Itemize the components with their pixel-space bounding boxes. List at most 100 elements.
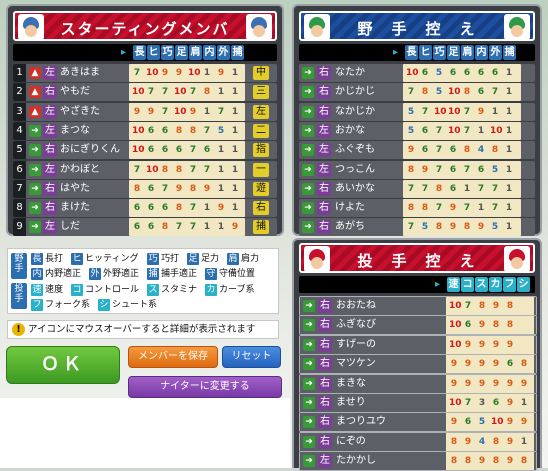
bench-pitcher-row[interactable]: ➜ 右マツケン 9 9 9 9 6 8	[299, 354, 537, 375]
lineup-row[interactable]: 6 ➜ 左かわぼと 7 10 8 8 7 7 1 1 一	[13, 160, 277, 179]
player-name[interactable]: ませり	[336, 396, 366, 410]
player-name[interactable]: あきはま	[60, 66, 100, 80]
pitcher-legend-tag: 投手	[11, 283, 27, 309]
lineup-row[interactable]: 3 ▲ 左やざきた 9 9 7 10 9 1 7 1 左	[13, 102, 277, 121]
stat-value: 9	[492, 359, 500, 370]
player-name[interactable]: おおたね	[336, 299, 376, 313]
stat-value: 7	[421, 106, 429, 117]
stat-value: 8	[407, 203, 415, 214]
player-name[interactable]: つっこん	[335, 163, 375, 177]
st-col-2: 巧	[161, 45, 174, 60]
player-name[interactable]: すげーの	[336, 338, 376, 352]
player-name[interactable]: なたか	[335, 66, 365, 80]
st-col-4: 肩	[189, 45, 202, 60]
position-badge[interactable]: 右	[253, 201, 269, 216]
legend-item: ススタミナ	[147, 284, 197, 297]
position-badge[interactable]: 中	[253, 66, 269, 80]
bench-fielder-row[interactable]: ➜ 右あがち 7 5 8 9 8 9 5 1	[299, 218, 535, 237]
stat-value: 6	[147, 145, 155, 156]
bench-pitcher-row[interactable]: ➜ 右ませり 10 7 3 6 9 1	[299, 393, 537, 413]
bench-fielder-row[interactable]: ➜ 右なかじか 5 7 10 10 7 9 1 1	[299, 102, 535, 121]
position-badge[interactable]: 指	[253, 143, 269, 158]
legend-item: 足足力	[187, 253, 219, 266]
player-name[interactable]: ふぎなび	[336, 318, 376, 332]
stat-value: 1	[231, 68, 239, 78]
fd-col-3: 足	[447, 45, 460, 60]
stat-value: 7	[435, 125, 443, 136]
lineup-row[interactable]: 1 ▲ 左あきはま 7 10 9 9 10 1 9 1 中	[13, 64, 277, 82]
bench-pitcher-row[interactable]: ➜ 右ふぎなび 10 6 9 8 8	[299, 315, 537, 336]
starting-lineup-panel: スターティングメンバー ▸長ヒ巧足肩内外捕 1▲左あきはま7109910191中…	[6, 4, 284, 237]
stat-value: 9	[506, 378, 514, 389]
lineup-row[interactable]: 9 ➜ 左しだ 6 6 8 7 7 1 1 9 捕	[13, 218, 277, 237]
reset-button[interactable]: リセット	[222, 346, 281, 368]
bench-fielder-row[interactable]: ➜ 右かじかじ 7 8 5 10 8 6 7 1	[299, 83, 535, 102]
stat-value: 1	[520, 398, 528, 408]
lineup-row[interactable]: 5 ➜ 右おにぎりくん 10 6 6 6 7 6 1 1 指	[13, 141, 277, 160]
player-name[interactable]: けよた	[335, 201, 365, 215]
position-badge[interactable]: 三	[253, 85, 269, 100]
legend-item: 肩肩力	[227, 253, 259, 266]
player-name[interactable]: まつな	[60, 124, 90, 138]
stat-value: 1	[505, 145, 513, 156]
player-name[interactable]: マツケン	[336, 357, 376, 371]
player-name[interactable]: まけた	[60, 201, 90, 215]
lineup-row[interactable]: 7 ➜ 右はやた 8 6 7 9 8 9 1 1 遊	[13, 179, 277, 198]
right-arrow-icon: ➜	[302, 67, 314, 79]
bench-fielder-row[interactable]: ➜ 右けよた 8 8 7 9 7 1 7 1	[299, 199, 535, 218]
switch-to-night-game-button[interactable]: ナイターに変更する	[128, 376, 282, 398]
player-name[interactable]: あがち	[335, 220, 365, 234]
ok-button[interactable]: ＯＫ	[6, 346, 120, 384]
bench-pitcher-row[interactable]: ➜ 右まつりユウ 9 6 5 10 9 9	[299, 412, 537, 433]
legend-key: ヒ	[71, 253, 83, 265]
position-badge[interactable]: 遊	[253, 181, 269, 196]
stat-value: 9	[133, 106, 141, 117]
bench-fielder-row[interactable]: ➜ 左ふぐぞも 9 6 7 6 8 4 8 1	[299, 141, 535, 160]
player-name[interactable]: おかな	[335, 124, 365, 138]
position-badge[interactable]: 捕	[253, 220, 269, 235]
bench-pitcher-row[interactable]: ➜ 右にぞの 8 9 4 8 9 1	[299, 431, 537, 452]
player-name[interactable]: たかかし	[336, 454, 376, 468]
bench-pitcher-row[interactable]: ➜ 右すげーの 10 9 9 9 9	[299, 334, 537, 355]
stat-value: 9	[506, 417, 514, 428]
lineup-row[interactable]: 2 ▲ 右やもだ 10 7 7 10 7 8 1 1 三	[13, 83, 277, 102]
stat-value: 7	[407, 222, 415, 233]
bench-pitcher-row[interactable]: ➜ 右おおたね 10 7 8 9 8	[299, 296, 537, 316]
player-name[interactable]: まつりユウ	[336, 415, 386, 429]
player-name[interactable]: にぞの	[336, 435, 366, 449]
player-name[interactable]: おにぎりくん	[60, 143, 120, 157]
pitcher-row-inner: ➜ 右まつりユウ 9 6 5 10 9 9	[300, 413, 536, 432]
player-name[interactable]: やもだ	[60, 85, 90, 99]
stat-value: 9	[506, 339, 514, 350]
save-members-button[interactable]: メンバーを保存	[128, 346, 218, 368]
lineup-row[interactable]: 8 ➜ 右まけた 6 6 6 8 7 1 9 1 右	[13, 199, 277, 218]
stat-value: 8	[161, 164, 169, 175]
lineup-row[interactable]: 4 ➜ 左まつな 10 6 6 8 8 7 5 1 二	[13, 121, 277, 140]
bench-pitcher-row[interactable]: ➜ 左たかかし 8 8 9 8 9 8	[299, 451, 537, 471]
bench-pitcher-row[interactable]: ➜ 右まきな 9 9 9 9 9 9	[299, 373, 537, 394]
right-arrow-icon: ➜	[302, 163, 314, 176]
stat-value: 1	[217, 164, 225, 175]
handedness-badge: 右	[318, 376, 332, 391]
player-name[interactable]: しだ	[60, 220, 80, 234]
player-name[interactable]: あいかな	[335, 182, 375, 196]
player-name[interactable]: なかじか	[335, 105, 375, 119]
player-name[interactable]: かじかじ	[335, 85, 375, 99]
stat-value: 9	[477, 222, 485, 233]
bench-fielder-row[interactable]: ➜ 左おかな 5 6 7 10 7 1 10 1	[299, 121, 535, 140]
position-badge[interactable]: 左	[253, 104, 269, 119]
stat-value: 9	[506, 456, 514, 467]
bench-fielder-row[interactable]: ➜ 右あいかな 7 7 8 6 1 7 7 1	[299, 179, 535, 198]
position-badge[interactable]: 一	[253, 162, 269, 177]
stat-value: 1	[520, 436, 528, 447]
bench-fielder-row[interactable]: ➜ 左つっこん 8 9 7 6 7 6 5 1	[299, 160, 535, 179]
player-name[interactable]: まきな	[336, 377, 366, 391]
position-badge[interactable]: 二	[253, 123, 269, 138]
handedness-badge: 左	[317, 143, 331, 158]
player-name[interactable]: ふぐぞも	[335, 143, 375, 157]
player-name[interactable]: かわぼと	[60, 163, 100, 177]
stat-value: 7	[435, 164, 443, 175]
bench-fielder-row[interactable]: ➜ 右なたか 10 6 5 6 6 6 6 1	[299, 64, 535, 82]
player-name[interactable]: はやた	[60, 182, 90, 196]
player-name[interactable]: やざきた	[60, 105, 100, 119]
